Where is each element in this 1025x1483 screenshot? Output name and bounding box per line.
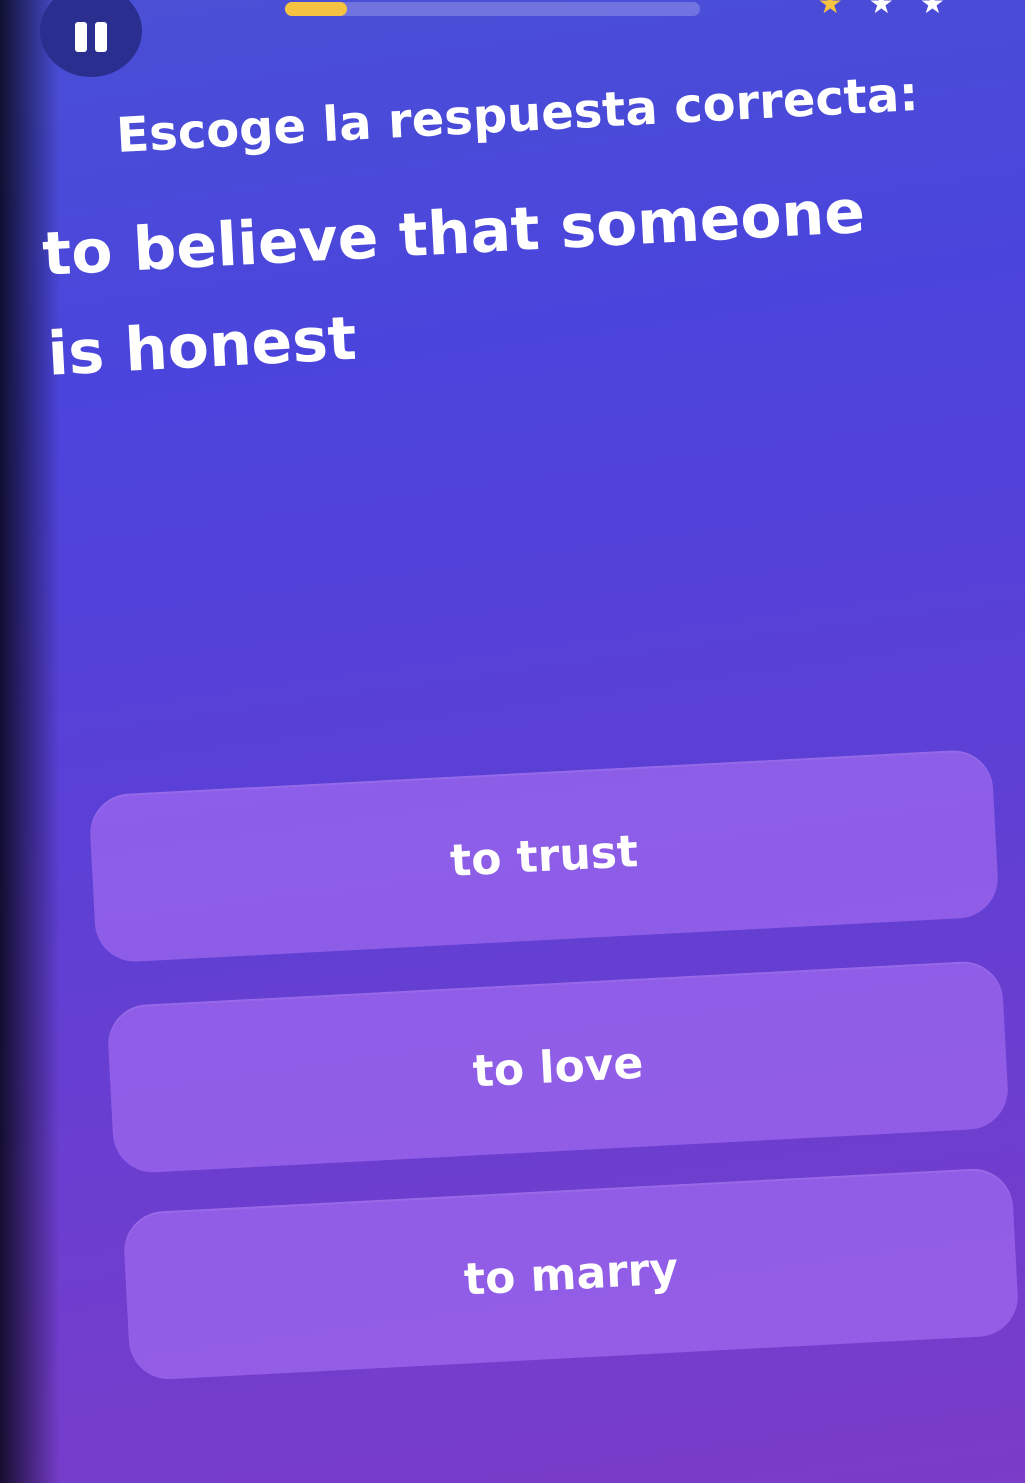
answer-option-to-marry[interactable]: to marry [122, 1166, 1020, 1382]
answer-option-to-love[interactable]: to love [106, 959, 1010, 1175]
answer-option-to-trust[interactable]: to trust [88, 748, 1000, 964]
quiz-screen: ★ ★ ★ Escoge la respuesta correcta: to bel… [0, 0, 1025, 1483]
answer-options: to trust to love to marry [0, 0, 1025, 1483]
